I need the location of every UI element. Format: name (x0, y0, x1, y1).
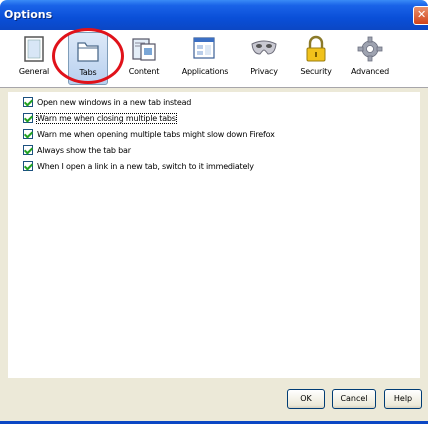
option-label: Warn me when closing multiple tabs (36, 112, 177, 124)
title-bar[interactable]: Options ✕ (0, 0, 428, 30)
privacy-mask-icon (251, 40, 277, 55)
close-button[interactable]: ✕ (413, 6, 428, 25)
pane-content-button[interactable]: Content (122, 32, 166, 85)
option-row-always-show-tab-bar[interactable]: Always show the tab bar (23, 144, 131, 156)
checkbox-warn-opening[interactable] (23, 129, 33, 139)
ok-button[interactable]: OK (287, 389, 325, 409)
options-window: Options ✕ General Tabs Content Applicati… (0, 0, 428, 424)
option-label: When I open a link in a new tab, switch … (37, 161, 254, 171)
pane-general-label: General (18, 67, 50, 76)
checkbox-open-new-windows[interactable] (23, 97, 33, 107)
pane-applications-label: Applications (181, 67, 229, 76)
option-label: Warn me when opening multiple tabs might… (37, 129, 275, 139)
content-icon (132, 38, 156, 61)
advanced-gear-icon (357, 36, 383, 62)
pane-general-button[interactable]: General (14, 32, 54, 85)
pane-advanced-button[interactable]: Advanced (345, 32, 395, 85)
option-label: Open new windows in a new tab instead (37, 97, 192, 107)
pane-applications-button[interactable]: Applications (177, 32, 233, 85)
cancel-button[interactable]: Cancel (332, 389, 376, 409)
option-row-warn-opening[interactable]: Warn me when opening multiple tabs might… (23, 128, 275, 140)
tabs-pane-content: Open new windows in a new tab instead Wa… (8, 92, 420, 378)
pane-content-label: Content (128, 67, 160, 76)
checkbox-warn-closing[interactable] (23, 113, 33, 123)
pane-security-button[interactable]: Security (294, 32, 338, 85)
applications-icon (193, 37, 215, 59)
checkbox-switch-to-new-tab[interactable] (23, 161, 33, 171)
option-row-warn-closing[interactable]: Warn me when closing multiple tabs (23, 112, 177, 124)
pane-security-label: Security (300, 67, 332, 76)
help-button[interactable]: Help (384, 389, 422, 409)
pane-advanced-label: Advanced (351, 67, 389, 76)
checkbox-always-show-tab-bar[interactable] (23, 145, 33, 155)
option-row-switch-to-new-tab[interactable]: When I open a link in a new tab, switch … (23, 160, 254, 172)
option-label: Always show the tab bar (37, 145, 131, 155)
security-lock-icon (306, 35, 326, 62)
pane-privacy-label: Privacy (250, 67, 278, 76)
annotation-circle (52, 28, 124, 84)
window-title: Options (4, 8, 53, 21)
general-icon (24, 36, 44, 62)
option-row-open-new-windows[interactable]: Open new windows in a new tab instead (23, 96, 191, 108)
pane-privacy-button[interactable]: Privacy (244, 32, 284, 85)
